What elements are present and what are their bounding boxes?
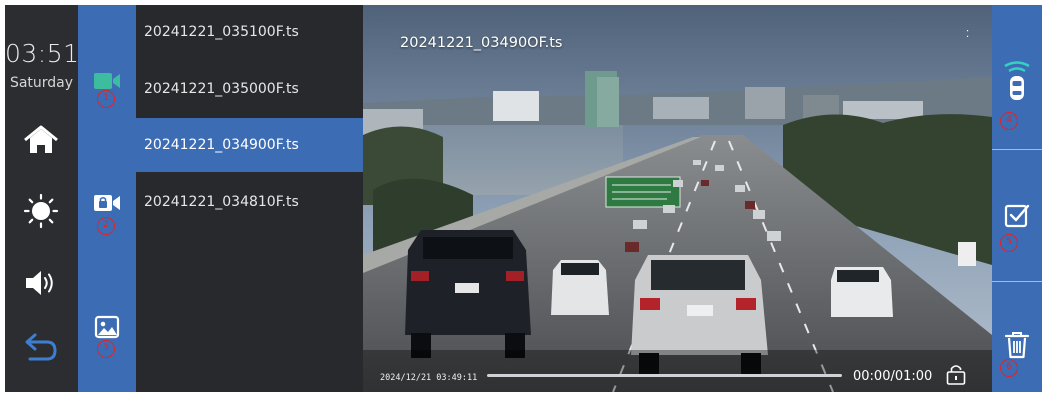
volume-button[interactable] — [19, 263, 63, 303]
dashcam-playback-screen: 03:51 Saturday 1 2 3 20241221_035100F.ts… — [5, 5, 1042, 392]
annotation-marker-4: 4 — [1000, 112, 1018, 130]
lock-file-button[interactable] — [943, 361, 969, 387]
category-sidebar: 1 2 3 — [78, 5, 136, 392]
car-sensor-icon — [1004, 61, 1030, 100]
file-list-item[interactable]: 20241221_035100F.ts — [136, 5, 363, 59]
action-divider — [992, 281, 1042, 282]
weekday-label: Saturday — [9, 75, 74, 91]
trash-icon — [1004, 332, 1030, 359]
playback-time: 00:00/01:00 — [853, 369, 933, 384]
brightness-button[interactable] — [19, 191, 63, 231]
unlock-icon — [946, 365, 966, 385]
video-filename-title: 20241221_03490OF.ts — [400, 35, 563, 51]
back-button[interactable] — [19, 327, 63, 367]
back-icon — [25, 333, 57, 361]
home-icon — [24, 125, 58, 153]
brightness-icon — [23, 193, 59, 229]
file-list-item-selected[interactable]: 20241221_034900F.ts — [136, 118, 363, 172]
file-list-item[interactable]: 20241221_035000F.ts — [136, 62, 363, 116]
action-sidebar: 4 5 6 — [992, 5, 1042, 392]
status-sidebar: 03:51 Saturday — [5, 5, 80, 392]
select-files-button[interactable] — [996, 191, 1038, 239]
select-checkbox-icon — [1004, 204, 1030, 228]
file-list-item[interactable]: 20241221_034810F.ts — [136, 175, 363, 229]
annotation-marker-1: 1 — [97, 90, 115, 108]
home-button[interactable] — [19, 120, 63, 160]
overlay-dots: ⁚ — [966, 29, 970, 40]
locked-video-icon — [94, 195, 120, 211]
clock-time: 03:51 — [5, 39, 80, 68]
annotation-marker-2: 2 — [97, 217, 115, 235]
adas-sensor-button[interactable] — [996, 57, 1038, 105]
dashcam-frame-image — [363, 5, 992, 392]
annotation-marker-6: 6 — [1000, 359, 1018, 377]
annotation-marker-5: 5 — [1000, 234, 1018, 252]
photo-icon — [94, 315, 120, 339]
video-preview[interactable]: 20241221_03490OF.ts ⁚ 2024/12/21 03:49:1… — [363, 5, 992, 392]
video-camera-icon — [94, 73, 120, 89]
recording-timestamp: 2024/12/21 03:49:11 — [380, 373, 478, 383]
annotation-marker-3: 3 — [97, 340, 115, 358]
file-list: 20241221_035100F.ts 20241221_035000F.ts … — [136, 5, 363, 392]
volume-icon — [26, 271, 53, 295]
action-divider — [992, 149, 1042, 150]
playback-progress-bar[interactable] — [487, 374, 842, 377]
